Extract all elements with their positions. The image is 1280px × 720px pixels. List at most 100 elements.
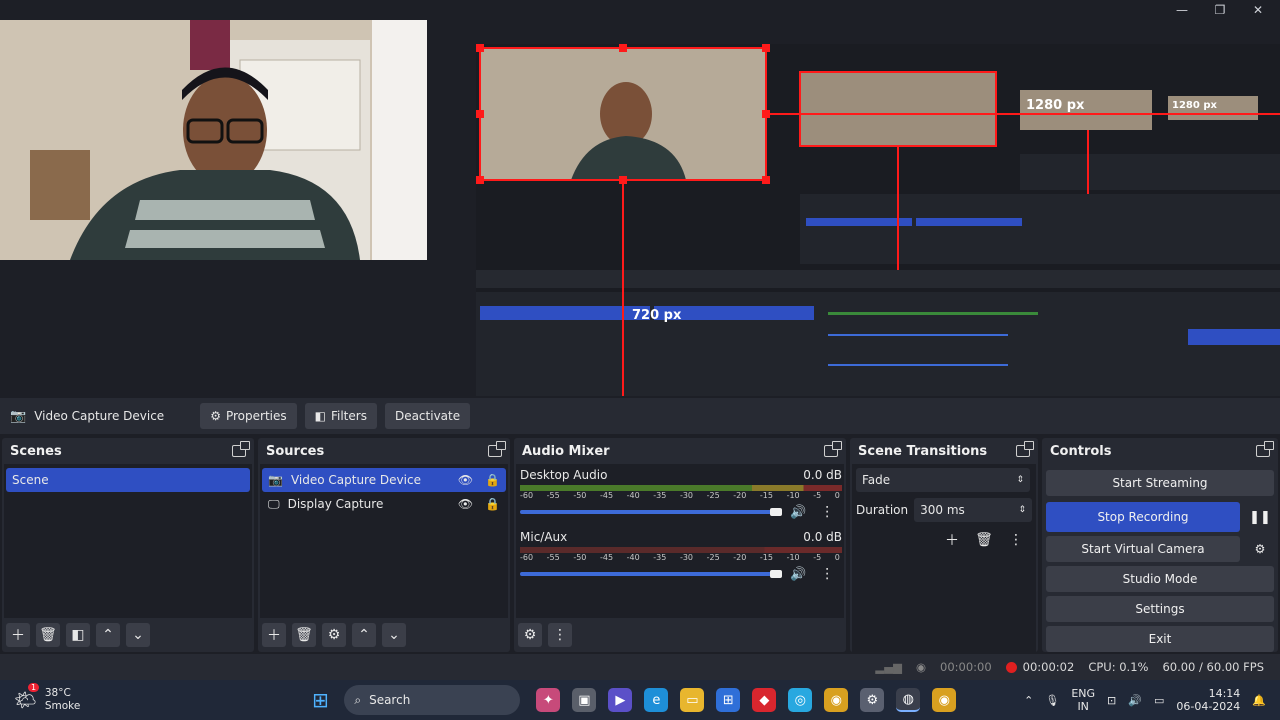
trash-icon[interactable]: 🗑 — [36, 623, 60, 647]
volume-icon[interactable]: 🔊 — [1128, 694, 1142, 707]
stop-recording-button[interactable]: Stop Recording — [1046, 502, 1240, 532]
preview-area[interactable]: 1280 px 720 px 1280 px — [0, 20, 1280, 396]
source-item-display-capture[interactable]: 🖵 Display Capture 👁 🔒 — [262, 492, 506, 516]
trash-icon[interactable]: 🗑 — [292, 623, 316, 647]
search-icon: ⌕ — [354, 692, 362, 707]
undock-icon[interactable] — [1256, 441, 1274, 457]
exit-button[interactable]: Exit — [1046, 626, 1274, 652]
meter-tick-label: -35 — [653, 553, 667, 562]
trash-icon[interactable]: 🗑 — [972, 528, 996, 552]
monitor-icon: 🖵 — [268, 496, 280, 511]
settings-app-icon[interactable]: ⚙ — [860, 688, 885, 712]
kebab-menu-icon[interactable]: ⋮ — [1004, 528, 1028, 552]
chevron-up-icon[interactable]: ⌃ — [1024, 694, 1033, 707]
filters-button[interactable]: ◧ Filters — [304, 403, 377, 429]
move-up-icon[interactable]: ⌃ — [96, 623, 120, 647]
volume-meter — [520, 485, 842, 491]
stream-icon: ◉ — [915, 660, 926, 674]
add-icon[interactable]: ＋ — [940, 528, 964, 552]
copilot-icon[interactable]: ✦ — [536, 688, 561, 712]
windows-start-icon[interactable]: ⊞ — [308, 688, 332, 712]
lock-icon[interactable]: 🔒 — [485, 497, 500, 511]
chrome-profile-icon[interactable]: ◉ — [932, 688, 957, 712]
move-down-icon[interactable]: ⌄ — [382, 623, 406, 647]
undock-icon[interactable] — [488, 441, 506, 457]
microphone-icon[interactable]: 🎙 — [1045, 694, 1059, 707]
volume-slider[interactable] — [520, 570, 782, 578]
webcam-overlay — [0, 20, 427, 260]
gear-icon[interactable]: ⚙ — [1246, 536, 1274, 562]
teams-icon[interactable]: ▶ — [608, 688, 633, 712]
battery-icon[interactable]: ▭ — [1154, 694, 1164, 707]
advanced-audio-icon[interactable]: ⚙ — [518, 623, 542, 647]
close-button[interactable]: ✕ — [1238, 0, 1278, 20]
scene-filter-icon[interactable]: ◧ — [66, 623, 90, 647]
start-virtual-camera-button[interactable]: Start Virtual Camera — [1046, 536, 1240, 562]
meter-tick-label: -20 — [733, 553, 747, 562]
chrome-icon[interactable]: ◉ — [824, 688, 849, 712]
scenes-dock: Scenes Scene ＋ 🗑 ◧ ⌃ ⌄ — [2, 438, 254, 652]
add-icon[interactable]: ＋ — [262, 623, 286, 647]
language-indicator[interactable]: ENG IN — [1071, 687, 1095, 713]
canvas-nested-preview — [476, 44, 1280, 396]
studio-mode-button[interactable]: Studio Mode — [1046, 566, 1274, 592]
kebab-menu-icon[interactable]: ⋮ — [548, 623, 572, 647]
speaker-icon[interactable]: 🔊 — [790, 567, 806, 582]
anydesk-icon[interactable]: ◆ — [752, 688, 777, 712]
channel-db: 0.0 dB — [803, 468, 842, 482]
weather-widget[interactable]: 🌤 1 38°C Smoke — [14, 683, 80, 713]
network-icon[interactable]: ⊡ — [1107, 694, 1116, 707]
controls-title: Controls — [1050, 443, 1112, 459]
eye-icon[interactable]: 👁 — [458, 497, 473, 511]
height-measure-label: 720 px — [632, 308, 682, 323]
lock-icon[interactable]: 🔒 — [485, 473, 500, 487]
properties-button[interactable]: ⚙ Properties — [200, 403, 297, 429]
audio-channel-mic: Mic/Aux 0.0 dB -60 -55 -50 -45 -40 -35 -30 -25-… — [520, 530, 842, 582]
scene-item[interactable]: Scene — [6, 468, 250, 492]
notification-bell-icon[interactable]: 🔔 — [1252, 694, 1266, 707]
move-down-icon[interactable]: ⌄ — [126, 623, 150, 647]
volume-slider[interactable] — [520, 508, 782, 516]
stream-time: 00:00:00 — [940, 660, 992, 674]
scene-transitions-dock: Scene Transitions Fade ⇕ Duration 300 ms ⇕… — [850, 438, 1038, 652]
pause-icon[interactable]: ❚❚ — [1246, 502, 1274, 532]
meter-tick-label: -40 — [626, 491, 640, 500]
taskbar-search[interactable]: ⌕ Search — [344, 685, 521, 715]
slider-knob[interactable] — [770, 570, 782, 578]
notification-badge: 1 — [28, 683, 40, 692]
move-up-icon[interactable]: ⌃ — [352, 623, 376, 647]
deactivate-button[interactable]: Deactivate — [384, 403, 471, 429]
obs-icon[interactable]: ◍ — [896, 688, 921, 712]
clock[interactable]: 14:14 06-04-2024 — [1176, 687, 1240, 713]
meter-tick-label: -30 — [679, 553, 694, 562]
spinner-icon[interactable]: ⇕ — [1018, 505, 1026, 515]
undock-icon[interactable] — [824, 441, 842, 457]
add-icon[interactable]: ＋ — [6, 623, 30, 647]
undock-icon[interactable] — [1016, 441, 1034, 457]
weather-icon: 🌤 — [14, 689, 37, 711]
meter-tick-label: -30 — [679, 491, 694, 500]
eye-icon[interactable]: 👁 — [458, 473, 473, 487]
transition-select[interactable]: Fade ⇕ — [856, 468, 1030, 492]
title-bar: — ❐ ✕ — [0, 0, 1280, 20]
minimize-button[interactable]: — — [1162, 0, 1202, 20]
chrome-alt-icon[interactable]: ◎ — [788, 688, 813, 712]
maximize-button[interactable]: ❐ — [1200, 0, 1240, 20]
duration-input[interactable]: 300 ms ⇕ — [914, 498, 1032, 522]
source-item-video-capture[interactable]: 📷 Video Capture Device 👁 🔒 — [262, 468, 506, 492]
undock-icon[interactable] — [232, 441, 250, 457]
store-icon[interactable]: ⊞ — [716, 688, 741, 712]
start-streaming-button[interactable]: Start Streaming — [1046, 470, 1274, 496]
kebab-menu-icon[interactable]: ⋮ — [820, 566, 834, 582]
file-explorer-icon[interactable]: ▭ — [680, 688, 705, 712]
speaker-icon[interactable]: 🔊 — [790, 505, 806, 520]
meter-tick-label: -55 — [546, 491, 560, 500]
meter-tick-label: -60 — [520, 491, 534, 500]
gear-icon[interactable]: ⚙ — [322, 623, 346, 647]
task-view-icon[interactable]: ▣ — [572, 688, 597, 712]
meter-ticks: -60 -55 -50 -45 -40 -35 -30 -25 -20 -15 -10 -5 0 — [520, 553, 840, 562]
settings-button[interactable]: Settings — [1046, 596, 1274, 622]
kebab-menu-icon[interactable]: ⋮ — [820, 504, 834, 520]
slider-knob[interactable] — [770, 508, 782, 516]
edge-icon[interactable]: e — [644, 688, 669, 712]
